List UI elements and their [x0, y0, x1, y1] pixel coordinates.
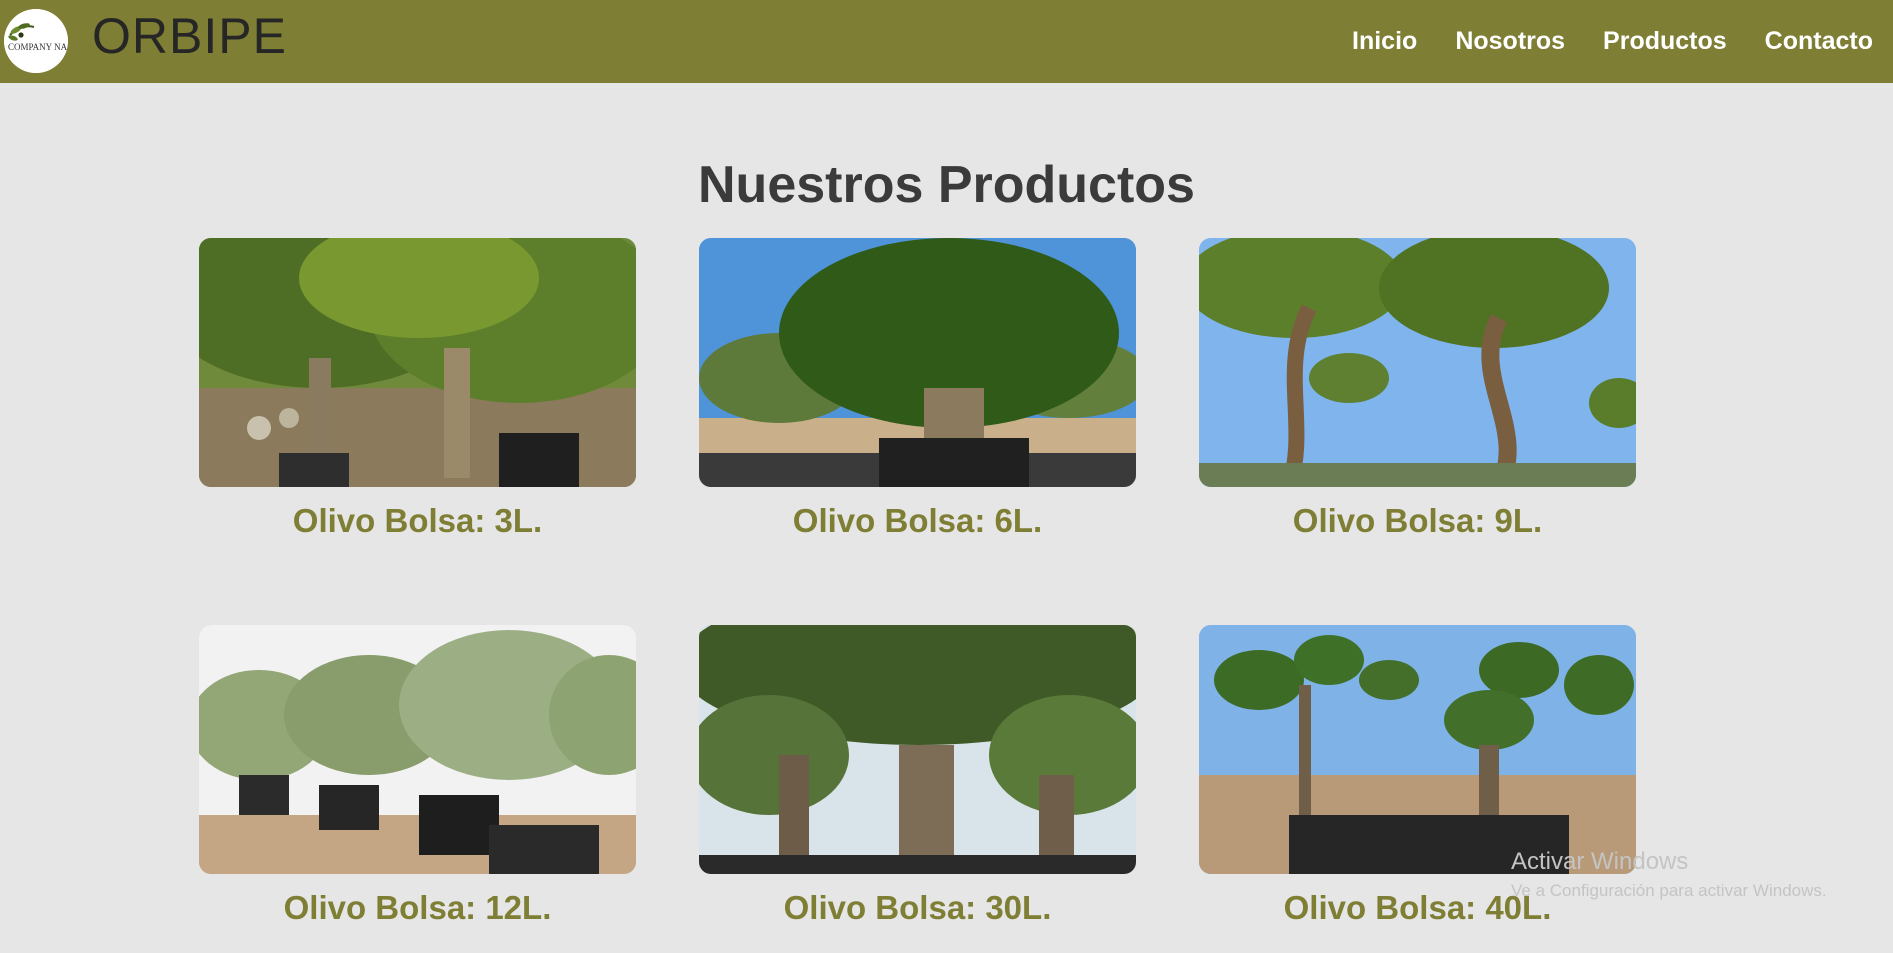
olive-tree-photo[interactable]: [199, 238, 636, 487]
navbar: COMPANY NA ORBIPE Inicio Nosotros Produc…: [0, 0, 1893, 83]
products-heading: Nuestros Productos: [698, 156, 1195, 214]
main-nav: Inicio Nosotros Productos Contacto: [1352, 24, 1873, 58]
nav-link-productos[interactable]: Productos: [1603, 24, 1727, 58]
product-card[interactable]: Olivo Bolsa: 6L.: [699, 238, 1136, 543]
windows-activation-watermark: Activar Windows Ve a Configuración para …: [1511, 848, 1827, 904]
product-label: Olivo Bolsa: 30L.: [783, 889, 1052, 926]
olive-tree-photo[interactable]: [1199, 238, 1636, 487]
brand-name: ORBIPE: [92, 8, 287, 64]
watermark-subtitle: Ve a Configuración para activar Windows.: [1511, 881, 1827, 900]
product-label: Olivo Bolsa: 12L.: [283, 889, 552, 926]
olive-tree-photo[interactable]: [1199, 625, 1636, 874]
product-label: Olivo Bolsa: 6L.: [792, 502, 1043, 539]
nav-link-inicio[interactable]: Inicio: [1352, 24, 1417, 58]
product-label: Olivo Bolsa: 3L.: [292, 502, 543, 539]
logo-text: COMPANY NA: [8, 42, 68, 52]
product-card[interactable]: Olivo Bolsa: 30L.: [699, 625, 1136, 930]
nav-link-contacto[interactable]: Contacto: [1765, 24, 1873, 58]
olive-tree-photo[interactable]: [199, 625, 636, 874]
watermark-title: Activar Windows: [1511, 848, 1689, 875]
olive-branch-icon: COMPANY NA: [4, 9, 68, 73]
olive-tree-photo[interactable]: [699, 238, 1136, 487]
product-card[interactable]: Olivo Bolsa: 12L.: [199, 625, 636, 930]
olive-tree-photo[interactable]: [699, 625, 1136, 874]
product-card[interactable]: Olivo Bolsa: 9L.: [1199, 238, 1636, 543]
nav-link-nosotros[interactable]: Nosotros: [1455, 24, 1565, 58]
company-logo[interactable]: COMPANY NA: [4, 9, 68, 73]
product-card[interactable]: Olivo Bolsa: 3L.: [199, 238, 636, 543]
product-label: Olivo Bolsa: 9L.: [1292, 502, 1543, 539]
